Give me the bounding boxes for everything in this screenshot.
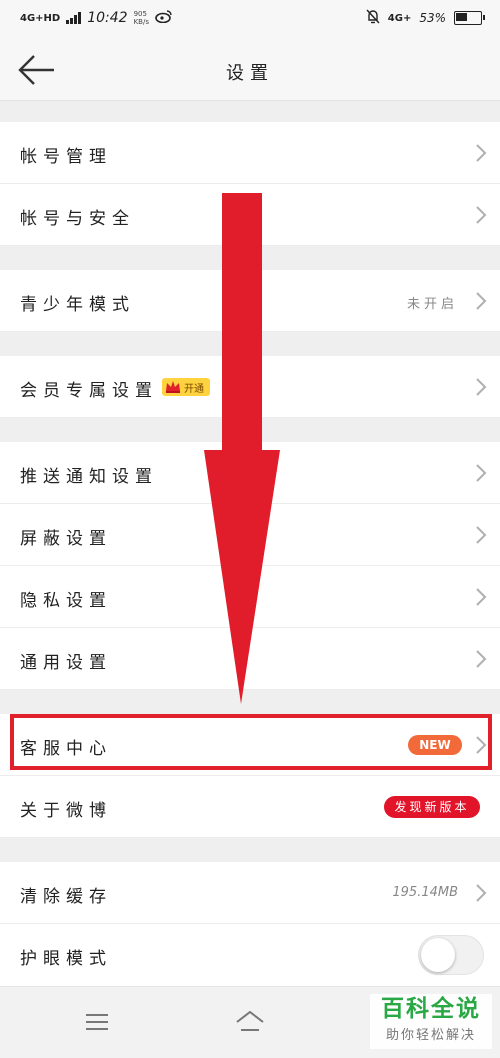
settings-row-push-notification[interactable]: 推送通知设置 bbox=[0, 442, 500, 504]
menu-icon bbox=[86, 1014, 108, 1030]
vip-badge-text: 开通 bbox=[184, 383, 204, 395]
row-label: 清除缓存 bbox=[20, 887, 112, 907]
row-label: 关于微博 bbox=[20, 801, 112, 821]
speed-unit: KB/s bbox=[133, 18, 149, 26]
settings-row-account-security[interactable]: 帐号与安全 bbox=[0, 184, 500, 246]
row-label: 通用设置 bbox=[20, 653, 112, 673]
settings-row-eye-care[interactable]: 护眼模式 bbox=[0, 924, 500, 986]
chevron-right-icon bbox=[476, 144, 487, 162]
watermark-title: 百科全说 bbox=[381, 996, 481, 1022]
weibo-logo-icon bbox=[155, 9, 173, 27]
toggle-knob bbox=[421, 938, 455, 972]
chevron-right-icon bbox=[476, 884, 487, 902]
row-label: 推送通知设置 bbox=[20, 467, 158, 487]
cache-size: 195.14MB bbox=[392, 885, 458, 900]
settings-row-about-weibo[interactable]: 关于微博 发现新版本 bbox=[0, 776, 500, 838]
chevron-right-icon bbox=[476, 588, 487, 606]
annotation-highlight-box bbox=[10, 714, 492, 770]
vip-badge[interactable]: 开通 bbox=[162, 378, 210, 396]
chevron-right-icon bbox=[476, 378, 487, 396]
row-label: 屏蔽设置 bbox=[20, 529, 112, 549]
network-indicator: 4G+HD bbox=[20, 12, 61, 24]
watermark-subtitle: 助你轻松解决 bbox=[385, 1028, 476, 1043]
eye-care-toggle[interactable] bbox=[418, 935, 484, 975]
row-label: 护眼模式 bbox=[20, 949, 112, 969]
row-label: 帐号管理 bbox=[20, 147, 112, 167]
chevron-right-icon bbox=[476, 650, 487, 668]
battery-percent: 53% bbox=[419, 11, 446, 25]
battery-icon bbox=[454, 11, 485, 25]
chevron-right-icon bbox=[476, 292, 487, 310]
settings-row-privacy[interactable]: 隐私设置 bbox=[0, 566, 500, 628]
settings-row-clear-cache[interactable]: 清除缓存 195.14MB bbox=[0, 862, 500, 924]
chevron-right-icon bbox=[476, 206, 487, 224]
row-label: 会员专属设置 bbox=[20, 381, 158, 401]
row-label: 隐私设置 bbox=[20, 591, 112, 611]
network-speed: 905 KB/s bbox=[134, 10, 149, 26]
menu-button[interactable] bbox=[80, 1005, 114, 1039]
watermark: 百科全说 助你轻松解决 bbox=[370, 994, 492, 1049]
crown-icon bbox=[166, 381, 180, 393]
settings-row-account-management[interactable]: 帐号管理 bbox=[0, 122, 500, 184]
mute-bell-icon bbox=[366, 9, 380, 27]
status-time: 10:42 bbox=[87, 10, 128, 26]
page-title: 设置 bbox=[226, 63, 274, 84]
header-bar: 设置 bbox=[0, 40, 500, 101]
home-icon bbox=[236, 1010, 264, 1031]
chevron-right-icon bbox=[476, 464, 487, 482]
speed-value: 905 bbox=[133, 10, 147, 18]
settings-row-general[interactable]: 通用设置 bbox=[0, 628, 500, 690]
signal-icon bbox=[66, 12, 82, 24]
chevron-right-icon bbox=[476, 526, 487, 544]
new-version-badge: 发现新版本 bbox=[384, 796, 480, 818]
settings-row-vip-settings[interactable]: 会员专属设置 开通 bbox=[0, 356, 500, 418]
settings-row-teen-mode[interactable]: 青少年模式 未开启 bbox=[0, 270, 500, 332]
teen-mode-status: 未开启 bbox=[406, 297, 458, 312]
status-bar: 4G+HD 10:42 905 KB/s 4G+ 53% bbox=[0, 0, 500, 40]
home-button[interactable] bbox=[233, 1005, 267, 1039]
row-label: 青少年模式 bbox=[20, 295, 135, 315]
settings-row-block[interactable]: 屏蔽设置 bbox=[0, 504, 500, 566]
row-label: 帐号与安全 bbox=[20, 209, 135, 229]
right-network: 4G+ bbox=[387, 12, 412, 24]
